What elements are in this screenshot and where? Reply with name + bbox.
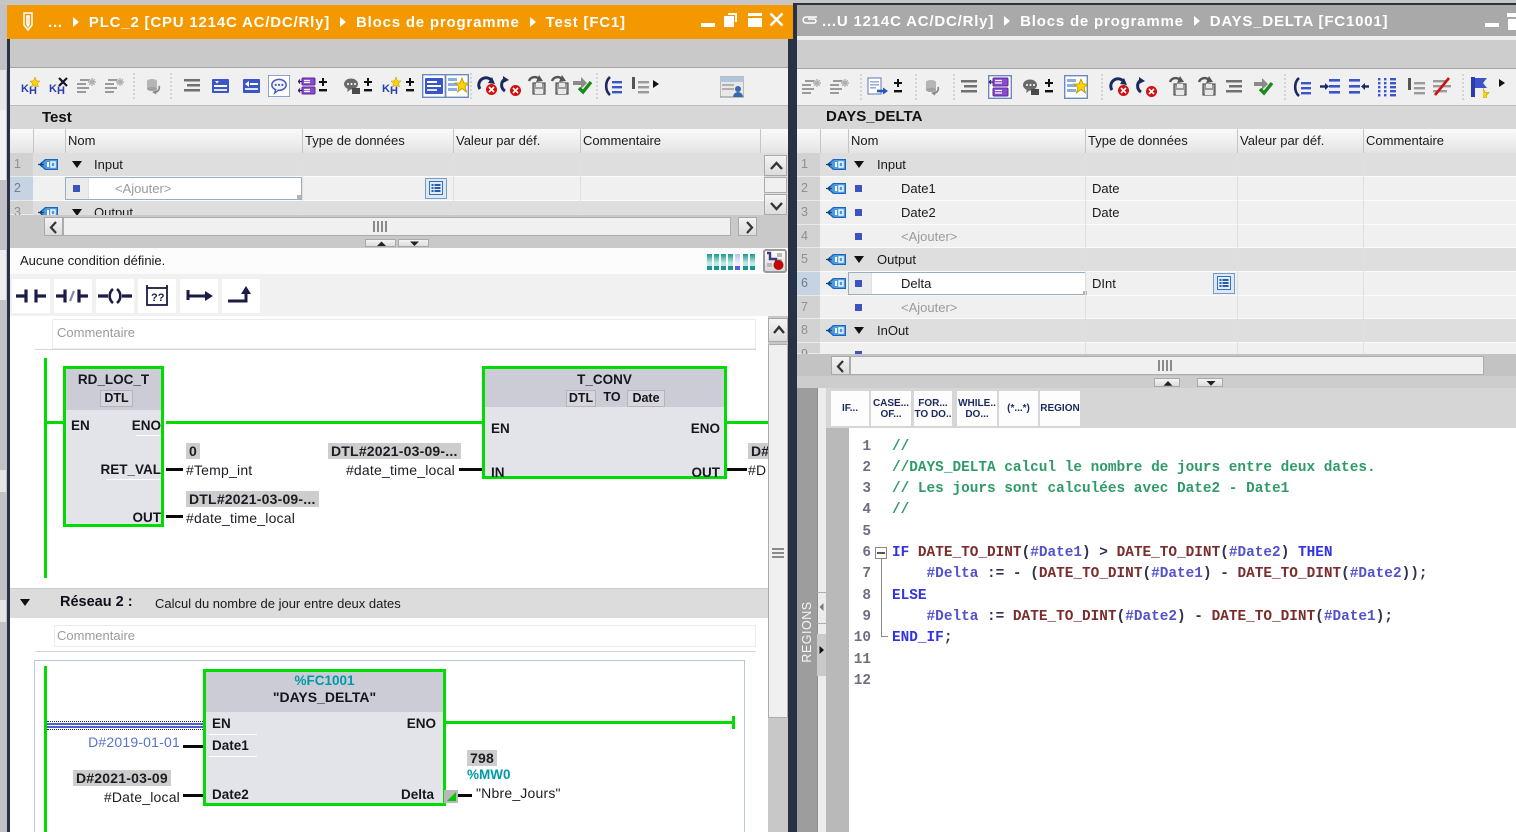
svg-text:??: ?? [151,292,165,304]
